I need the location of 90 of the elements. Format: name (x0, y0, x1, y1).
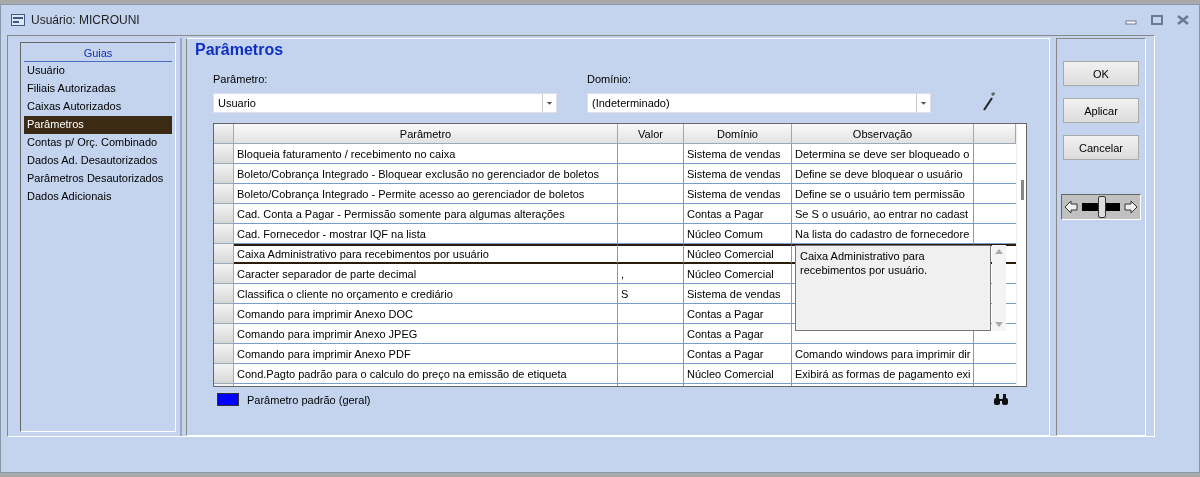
column-header (974, 124, 1016, 144)
table-cell: Sistema de vendas (684, 164, 792, 184)
table-cell (618, 224, 684, 244)
table-cell: Boleto/Cobrança Integrado - Permite acesso ao gerenciador de boletos (234, 184, 618, 204)
table-cell: Contas a Pagar (684, 324, 792, 344)
slider-track[interactable] (1061, 194, 1141, 220)
table-cell (618, 244, 684, 264)
row-header[interactable] (214, 324, 234, 344)
row-header[interactable] (214, 224, 234, 244)
window-icon (11, 14, 25, 26)
table-cell: S (618, 284, 684, 304)
row-header[interactable] (214, 264, 234, 284)
row-header[interactable] (214, 204, 234, 224)
dialog-button[interactable]: Cancelar (1063, 135, 1139, 160)
table-cell: Sistema de vendas (684, 144, 792, 164)
table-cell: Define se deve bloquear o usuário (792, 164, 974, 184)
table-cell: Classifica o cliente no orçamento e crediário (234, 284, 618, 304)
table-cell: Sistema de vendas (684, 184, 792, 204)
row-header[interactable] (214, 304, 234, 324)
sidebar-item[interactable]: Caixas Autorizados (24, 98, 172, 116)
table-cell (618, 184, 684, 204)
table-cell: Comando windows para imprimir dir (792, 344, 974, 364)
field-label: Parâmetro: (213, 73, 269, 85)
field-label: Domínio: (587, 73, 633, 85)
table-cell: Núcleo Comercial (684, 244, 792, 264)
memo-scrollbar[interactable] (992, 245, 1006, 331)
column-header[interactable]: Valor (618, 124, 684, 144)
column-header[interactable]: Parâmetro (234, 124, 618, 144)
table-cell: Bloqueia faturamento / recebimento no caixa (234, 144, 618, 164)
window-title: Usuário: MICROUNI (31, 13, 141, 27)
table-cell: Determina se deve ser bloqueado o (792, 144, 974, 164)
close-icon[interactable] (1177, 15, 1189, 25)
table-cell: Se S o usuário, ao entrar no cadast (792, 204, 974, 224)
sidebar-item[interactable]: Filiais Autorizadas (24, 80, 172, 98)
scrollbar-thumb[interactable] (1021, 180, 1024, 200)
page-heading: Parâmetros (195, 41, 285, 60)
table-cell (618, 204, 684, 224)
sidebar-title: Guias (24, 45, 172, 62)
row-header[interactable] (214, 344, 234, 364)
table-cell (618, 364, 684, 384)
table-cell: Contas a Pagar (684, 304, 792, 324)
dropdown-field[interactable]: (Indeterminado) (587, 93, 931, 113)
dialog-button[interactable]: Aplicar (1063, 98, 1139, 123)
sidebar-item[interactable]: Parâmetros Desautorizados (24, 170, 172, 188)
maximize-icon[interactable] (1151, 15, 1163, 25)
table-cell: Cad. Fornecedor - mostrar IQF na lista (234, 224, 618, 244)
row-header[interactable] (214, 284, 234, 304)
table-cell: Define se o usuário tem permissão (792, 184, 974, 204)
table-cell (618, 304, 684, 324)
dialog-button[interactable]: OK (1063, 61, 1139, 86)
table-cell: Comando para imprimir Anexo PDF (234, 344, 618, 364)
sidebar-item[interactable]: Parâmetros (24, 116, 172, 134)
table-cell: Contas a Pagar (684, 344, 792, 364)
column-header[interactable]: Observação (792, 124, 974, 144)
row-header[interactable] (214, 364, 234, 384)
dropdown-field[interactable]: Usuario (213, 93, 557, 113)
legend-label: Parâmetro padrão (geral) (247, 393, 371, 406)
binoculars-icon[interactable] (993, 393, 1009, 406)
row-header[interactable] (214, 144, 234, 164)
table-cell (618, 144, 684, 164)
sidebar-item[interactable]: Dados Ad. Desautorizados (24, 152, 172, 170)
table-cell (618, 164, 684, 184)
sidebar-item[interactable]: Usuário (24, 62, 172, 80)
table-cell: Na lista do cadastro de fornecedore (792, 224, 974, 244)
corner-header (214, 124, 234, 144)
table-cell: Núcleo Comum (684, 224, 792, 244)
table-cell: Cond.Pagto padrão para o calculo do preço na emissão de etiqueta (234, 364, 618, 384)
table-cell: Exibirá as formas de pagamento exi (792, 364, 974, 384)
table-cell: Comando para imprimir Anexo JPEG (234, 324, 618, 344)
table-cell: Cad. Conta a Pagar - Permissão somente para algumas alterações (234, 204, 618, 224)
table-cell (618, 344, 684, 364)
sidebar-item[interactable]: Contas p/ Orç. Combinado (24, 134, 172, 152)
table-cell: Comando para imprimir Anexo DOC (234, 304, 618, 324)
row-header[interactable] (214, 184, 234, 204)
sidebar-item[interactable]: Dados Adicionais (24, 188, 172, 206)
table-cell: Caixa Administrativo para recebimentos por usuário (234, 244, 618, 264)
table-cell (618, 324, 684, 344)
row-header[interactable] (214, 244, 234, 264)
magic-wand-icon[interactable] (981, 91, 997, 111)
table-cell: Contas a Pagar (684, 204, 792, 224)
table-cell: , (618, 264, 684, 284)
column-header[interactable]: Domínio (684, 124, 792, 144)
table-cell: Sistema de vendas (684, 284, 792, 304)
table-cell: Núcleo Comercial (684, 364, 792, 384)
memo-field[interactable]: Caixa Administrativo para recebimentos por usuário. (795, 245, 991, 331)
table-cell: Núcleo Comercial (684, 264, 792, 284)
row-header[interactable] (214, 164, 234, 184)
table-cell: Boleto/Cobrança Integrado - Bloquear exclusão no gerenciador de boletos (234, 164, 618, 184)
slider-thumb[interactable] (1098, 196, 1106, 218)
table-cell: Caracter separador de parte decimal (234, 264, 618, 284)
